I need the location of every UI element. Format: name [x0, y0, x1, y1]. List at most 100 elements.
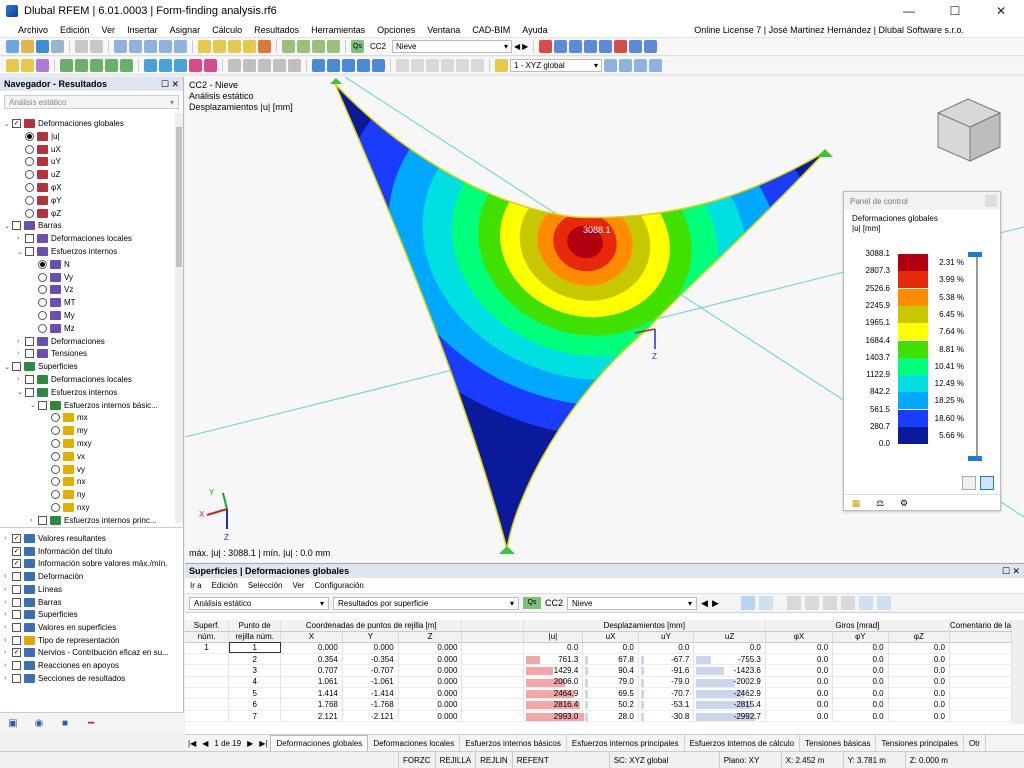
- table-cell-u[interactable]: 0.0: [523, 642, 584, 654]
- table-cell-point[interactable]: 2: [228, 653, 282, 666]
- radio-button[interactable]: [25, 144, 34, 154]
- chevron-down-icon[interactable]: ⌄: [17, 248, 25, 256]
- table-cell-point[interactable]: 1: [228, 642, 282, 654]
- table-row[interactable]: 3 0.707 -0.707 0.000 1429.4 90.4 -91.6 -1423.6 0…: [185, 664, 1012, 677]
- menu-ventana[interactable]: Ventana: [421, 25, 466, 35]
- table-cell-uz[interactable]: -1423.6: [693, 664, 766, 677]
- table-cell-pz[interactable]: 0.0: [888, 710, 951, 723]
- surface-2-icon[interactable]: [75, 59, 88, 72]
- chevron-right-icon[interactable]: ›: [17, 338, 25, 345]
- dimension-icon[interactable]: [396, 59, 409, 72]
- chevron-right-icon[interactable]: ›: [4, 586, 12, 593]
- radio-button[interactable]: [38, 311, 47, 320]
- table-cell-uy[interactable]: -79.0: [638, 676, 695, 689]
- table-cell-px[interactable]: 0.0: [765, 653, 834, 666]
- calculate-all-icon[interactable]: [213, 40, 226, 53]
- checkbox[interactable]: [12, 673, 21, 683]
- results-pin-icon[interactable]: ☐ ✕: [1002, 566, 1024, 577]
- results-menu-edicion[interactable]: Edición: [207, 581, 243, 590]
- prev-page-icon[interactable]: ◀: [199, 739, 211, 748]
- tree-item[interactable]: Mz: [30, 322, 75, 335]
- checkbox[interactable]: [12, 572, 21, 582]
- table-cell-point[interactable]: 7: [228, 710, 282, 723]
- table-cell-spacer[interactable]: [461, 653, 524, 666]
- loads-3-icon[interactable]: [312, 40, 325, 53]
- table-cell-px[interactable]: 0.0: [765, 642, 834, 654]
- results-lc-select[interactable]: Nieve ▾: [567, 596, 698, 610]
- new-file-icon[interactable]: [6, 40, 19, 53]
- tree-item[interactable]: mxy: [43, 437, 92, 450]
- chevron-down-icon[interactable]: ⌄: [4, 120, 12, 128]
- radio-button[interactable]: [38, 323, 47, 333]
- surface-icon[interactable]: [60, 59, 73, 72]
- show-in-model-icon[interactable]: [758, 596, 773, 610]
- snap-2-icon[interactable]: [21, 59, 34, 72]
- status-rejilla[interactable]: REJILLA: [434, 751, 476, 768]
- next-loadcase-icon[interactable]: ▶: [522, 42, 528, 51]
- solid-icon[interactable]: [144, 59, 157, 72]
- table-cell-py[interactable]: 0.0: [832, 664, 889, 677]
- table-cell-py[interactable]: 0.0: [832, 642, 889, 654]
- chevron-right-icon[interactable]: ›: [4, 637, 12, 644]
- checkbox[interactable]: ✓: [12, 534, 21, 543]
- menu-ver[interactable]: Ver: [96, 25, 122, 35]
- result-type-select[interactable]: Resultados por superficie ▾: [333, 596, 519, 610]
- table-cell-pz[interactable]: 0.0: [888, 642, 951, 654]
- radio-button[interactable]: [51, 464, 60, 474]
- table-cell-spacer[interactable]: [461, 676, 524, 689]
- supports-icon[interactable]: [539, 40, 553, 53]
- surface-3-icon[interactable]: [90, 59, 103, 72]
- chevron-right-icon[interactable]: ›: [30, 517, 38, 524]
- tree-item[interactable]: mx: [43, 411, 88, 424]
- table-row[interactable]: 4 1.061 -1.061 0.000 2006.0 79.0 -79.0 -2002.9 0…: [185, 676, 1012, 689]
- table-cell-px[interactable]: 0.0: [765, 710, 834, 723]
- coord-system-select[interactable]: 1 - XYZ global ▾: [510, 59, 602, 72]
- chevron-right-icon[interactable]: ›: [4, 611, 12, 618]
- chevron-down-icon[interactable]: ⌄: [4, 363, 12, 371]
- color-scale-icon[interactable]: [495, 59, 508, 72]
- table-cell-ux[interactable]: 28.0: [582, 710, 639, 723]
- navigator-combo[interactable]: Análisis estático ▾: [4, 95, 179, 109]
- tree-item[interactable]: nx: [43, 475, 85, 488]
- checkbox[interactable]: [25, 375, 34, 384]
- table-cell-comment[interactable]: [949, 676, 1012, 689]
- checkbox[interactable]: ✓: [12, 648, 21, 658]
- tree-item[interactable]: ⌄ Esfuerzos internos básic...: [30, 399, 158, 412]
- checkbox[interactable]: ✓: [12, 546, 21, 556]
- menu-archivo[interactable]: Archivo: [0, 25, 54, 35]
- table-cell-surface[interactable]: [185, 687, 230, 700]
- tree-item[interactable]: ⌄ Esfuerzos internos: [17, 245, 117, 258]
- view-iso-4-icon[interactable]: [649, 59, 662, 72]
- table-cell-x[interactable]: 1.061: [280, 676, 343, 689]
- view-tab-icon[interactable]: ◉: [26, 713, 52, 733]
- table-cell-spacer[interactable]: [461, 698, 524, 711]
- table-cell-surface[interactable]: 1: [185, 642, 230, 654]
- table-row[interactable]: 7 2.121 -2.121 0.000 2993.0 28.0 -30.8 -2992.7 0…: [185, 710, 1012, 723]
- table-cell-spacer[interactable]: [461, 664, 524, 677]
- display-tree-item[interactable]: › Secciones de resultados: [4, 672, 125, 685]
- loads-2-icon[interactable]: [297, 40, 310, 53]
- tree-item[interactable]: ny: [43, 488, 85, 501]
- checkbox[interactable]: [12, 610, 21, 620]
- table-cell-uy[interactable]: -67.7: [638, 653, 695, 666]
- close-icon[interactable]: ✕: [978, 0, 1024, 22]
- tree-item[interactable]: ⌄ Barras: [4, 219, 62, 232]
- solid-3-icon[interactable]: [174, 59, 187, 72]
- table-cell-uy[interactable]: -70.7: [638, 687, 695, 700]
- tab-otros[interactable]: Otr: [964, 735, 987, 751]
- chevron-down-icon[interactable]: ⌄: [4, 222, 12, 230]
- grid-4-icon[interactable]: [273, 59, 286, 72]
- table-row[interactable]: 5 1.414 -1.414 0.000 2464.9 69.5 -70.7 -2462.9 0…: [185, 687, 1012, 700]
- radio-button[interactable]: [51, 477, 60, 487]
- display-tree-item[interactable]: › Reacciones en apoyos: [4, 659, 119, 672]
- checkbox[interactable]: [12, 584, 21, 594]
- checkbox[interactable]: [12, 635, 21, 645]
- loads-icon[interactable]: [282, 40, 295, 53]
- print-table-icon[interactable]: [840, 596, 855, 610]
- results-display-2-icon[interactable]: [327, 59, 340, 72]
- menu-asignar[interactable]: Asignar: [164, 25, 207, 35]
- checkbox[interactable]: [12, 661, 21, 670]
- radio-button[interactable]: [38, 259, 47, 269]
- checkbox[interactable]: [25, 234, 34, 244]
- legend-settings-icon[interactable]: [962, 476, 976, 490]
